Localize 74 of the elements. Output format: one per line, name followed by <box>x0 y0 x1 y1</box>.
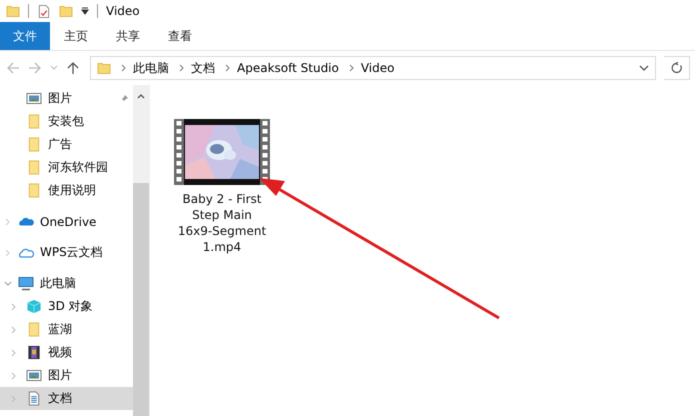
picture-icon <box>26 91 42 106</box>
nav-label: 河东软件园 <box>48 159 108 176</box>
nav-label: 使用说明 <box>48 182 96 199</box>
chevron-right-icon <box>178 64 184 72</box>
address-field[interactable]: 此电脑 文档 Apeaksoft Studio Video <box>90 56 656 80</box>
nav-label: 广告 <box>48 136 72 153</box>
forward-icon[interactable] <box>28 61 42 75</box>
expand-chevron-icon[interactable] <box>4 248 12 256</box>
nav-label: 3D 对象 <box>48 298 93 315</box>
properties-icon[interactable] <box>37 4 51 18</box>
nav-label: 安装包 <box>48 113 84 130</box>
folder-icon <box>26 114 42 129</box>
nav-label: 蓝湖 <box>48 321 72 338</box>
breadcrumb[interactable]: 此电脑 <box>133 60 169 76</box>
nav-item[interactable]: 文档 <box>0 387 133 410</box>
nav-item[interactable]: 此电脑 <box>0 272 133 295</box>
expand-chevron-icon[interactable] <box>10 348 18 356</box>
scrollbar[interactable] <box>133 85 149 416</box>
nav-item[interactable]: 蓝湖 <box>0 318 133 341</box>
nav-item[interactable]: 图片 <box>0 87 133 110</box>
expand-chevron-icon[interactable] <box>10 394 18 402</box>
folder-icon <box>6 4 20 18</box>
breadcrumb[interactable]: 文档 <box>191 60 215 76</box>
expand-chevron-icon[interactable] <box>4 280 12 288</box>
nav-item[interactable]: 河东软件园 <box>0 156 133 179</box>
nav-label: OneDrive <box>40 214 96 228</box>
nav-item[interactable]: 广告 <box>0 133 133 156</box>
nav-item[interactable]: 安装包 <box>0 110 133 133</box>
expand-chevron-icon[interactable] <box>4 218 12 226</box>
chevron-right-icon <box>224 64 230 72</box>
monitor-icon <box>18 276 34 291</box>
new-folder-icon[interactable] <box>59 4 73 18</box>
nav-item[interactable]: 图片 <box>0 364 133 387</box>
folder-icon <box>26 137 42 152</box>
expand-chevron-icon[interactable] <box>10 372 18 380</box>
folder-icon <box>97 62 111 74</box>
expand-chevron-icon[interactable] <box>10 302 18 310</box>
file-name: Baby 2 - First Step Main 16x9-Segment 1.mp4 <box>176 191 268 255</box>
nav-label: WPS云文档 <box>40 244 103 261</box>
folder-icon <box>26 183 42 198</box>
chevron-right-icon <box>120 64 126 72</box>
film-icon <box>26 345 42 360</box>
ribbon-tab[interactable]: 主页 <box>50 22 102 50</box>
nav-label: 文档 <box>48 390 72 407</box>
chevron-right-icon <box>348 64 354 72</box>
ribbon-tab[interactable]: 共享 <box>102 22 154 50</box>
back-icon[interactable] <box>6 61 20 75</box>
scrollbar-thumb[interactable] <box>133 183 149 416</box>
file-item[interactable]: Baby 2 - First Step Main 16x9-Segment 1.mp4 <box>170 119 274 255</box>
nav-label: 视频 <box>48 344 72 361</box>
chevron-down-icon[interactable] <box>639 64 649 72</box>
nav-item[interactable]: 视频 <box>0 341 133 364</box>
nav-item[interactable]: 使用说明 <box>0 179 133 202</box>
ribbon-tab[interactable]: 查看 <box>154 22 206 50</box>
nav-item[interactable]: 3D 对象 <box>0 295 133 318</box>
breadcrumb[interactable]: Video <box>360 61 394 75</box>
nav-item[interactable]: WPS云文档 <box>0 241 133 264</box>
picture-icon <box>26 368 42 383</box>
nav-label: 此电脑 <box>40 275 76 292</box>
refresh-icon <box>670 62 682 74</box>
nav-label: 图片 <box>48 367 72 384</box>
nav-item[interactable]: OneDrive <box>0 210 133 233</box>
nav-label: 图片 <box>48 90 72 107</box>
scroll-up-icon[interactable] <box>137 93 145 99</box>
cube-icon <box>26 299 42 314</box>
breadcrumb[interactable]: Apeaksoft Studio <box>237 61 339 75</box>
folder-icon <box>26 322 42 337</box>
expand-chevron-icon[interactable] <box>10 326 18 334</box>
dropdown-icon[interactable] <box>81 7 89 15</box>
refresh-button[interactable] <box>664 56 690 80</box>
folder-icon <box>26 160 42 175</box>
document-icon <box>26 391 42 406</box>
up-icon[interactable] <box>66 61 80 75</box>
window-title: Video <box>106 4 140 18</box>
